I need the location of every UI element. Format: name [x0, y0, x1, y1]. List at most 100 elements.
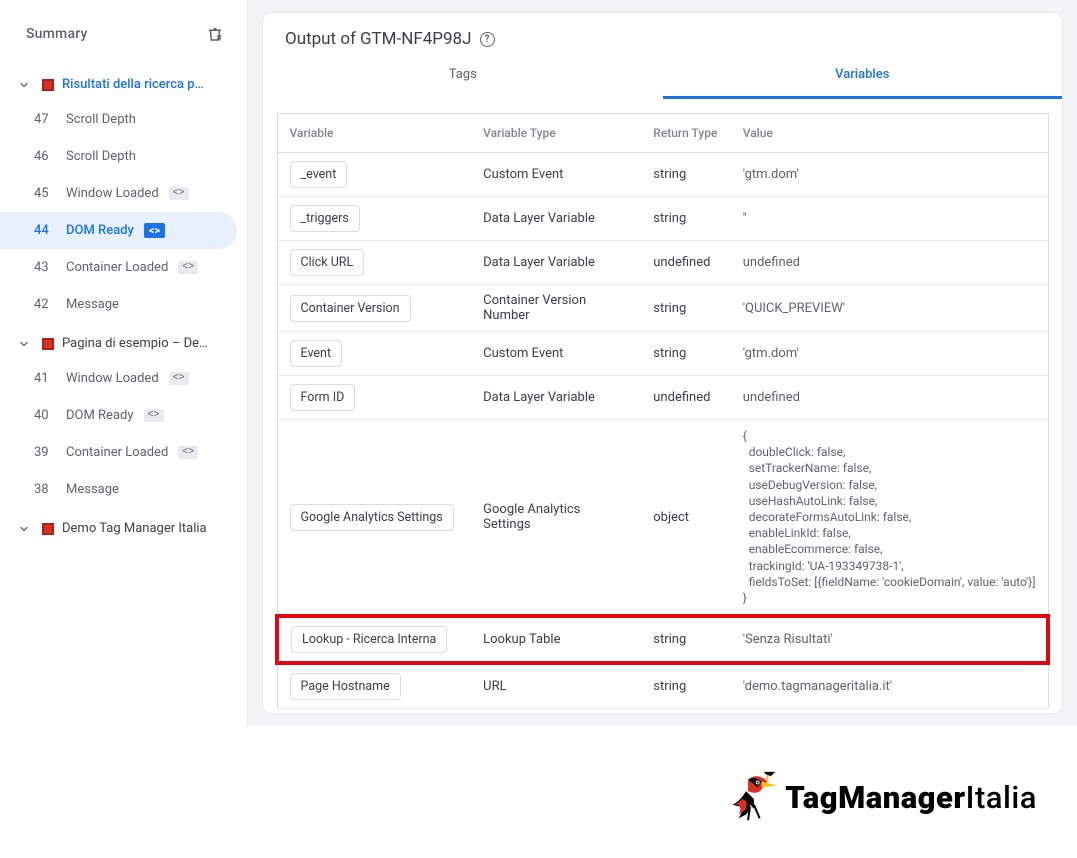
chevron-down-icon	[14, 523, 34, 535]
event-number: 47	[34, 112, 56, 127]
api-badge-icon: <>	[144, 223, 165, 238]
page-icon	[42, 79, 54, 91]
table-row[interactable]: EventCustom Eventstring'gtm.dom'	[277, 332, 1048, 376]
table-row[interactable]: Lookup - Ricerca InternaLookup Tablestri…	[277, 616, 1048, 663]
event-name: Message	[66, 482, 119, 497]
variables-table-wrap: Variable Variable Type Return Type Value…	[263, 99, 1062, 713]
variable-type: Custom Event	[471, 332, 641, 376]
sidebar-group[interactable]: Pagina di esempio – De…	[0, 327, 247, 360]
tabs: Tags Variables	[263, 53, 1062, 99]
brand-text: TagManagerItalia	[785, 779, 1037, 816]
table-row[interactable]: _triggersData Layer Variablestring''	[277, 197, 1048, 241]
sidebar-event-item[interactable]: 43 Container Loaded <>	[0, 249, 237, 286]
table-row[interactable]: _eventCustom Eventstring'gtm.dom'	[277, 153, 1048, 197]
chevron-down-icon	[14, 338, 34, 350]
chevron-down-icon	[14, 79, 34, 91]
variable-type: Container Version Number	[471, 285, 641, 332]
variable-return-type: string	[641, 332, 730, 376]
variable-type: URL	[471, 663, 641, 709]
sidebar-group[interactable]: Demo Tag Manager Italia	[0, 512, 247, 545]
group-label: Risultati della ricerca p…	[62, 77, 204, 92]
event-name: DOM Ready	[66, 223, 134, 238]
sidebar-event-item[interactable]: 38 Message	[0, 471, 237, 508]
sidebar-event-item[interactable]: 47 Scroll Depth	[0, 101, 237, 138]
variable-value: undefined	[743, 390, 800, 405]
tab-variables[interactable]: Variables	[663, 53, 1063, 99]
sidebar-event-item[interactable]: 42 Message	[0, 286, 237, 323]
col-value: Value	[731, 114, 1048, 153]
output-card: Output of GTM-NF4P98J ? Tags Variables V…	[262, 12, 1063, 714]
event-name: Scroll Depth	[66, 149, 136, 164]
woodpecker-logo-icon	[719, 766, 781, 828]
event-number: 39	[34, 445, 56, 460]
variable-value: 'demo.tagmanageritalia.it'	[743, 679, 892, 694]
variable-name-chip[interactable]: Google Analytics Settings	[290, 504, 454, 531]
api-badge-icon: <>	[169, 372, 189, 385]
page-icon	[42, 338, 54, 350]
variable-value: undefined	[743, 255, 800, 270]
col-return-type: Return Type	[641, 114, 730, 153]
variable-type: Data Layer Variable	[471, 241, 641, 285]
sidebar-group[interactable]: Risultati della ricerca p…	[0, 68, 247, 101]
event-name: Window Loaded	[66, 186, 159, 201]
event-number: 43	[34, 260, 56, 275]
title-prefix: Output of	[285, 29, 356, 49]
variable-name-chip[interactable]: _event	[290, 161, 348, 188]
variable-value: 'QUICK_PREVIEW'	[743, 301, 845, 316]
event-name: DOM Ready	[66, 408, 134, 423]
help-icon[interactable]: ?	[480, 32, 495, 47]
table-row[interactable]: Google Analytics Settings Google Analytic…	[277, 420, 1048, 617]
api-badge-icon: <>	[178, 446, 198, 459]
brand-footer: TagManagerItalia	[0, 726, 1077, 858]
sidebar-event-item[interactable]: 40DOM Ready <>	[0, 397, 237, 434]
col-type: Variable Type	[471, 114, 641, 153]
variable-value: 'Senza Risultati'	[743, 632, 833, 647]
variable-return-type: string	[641, 197, 730, 241]
sidebar-event-item[interactable]: 46 Scroll Depth	[0, 138, 237, 175]
event-number: 40	[34, 408, 56, 423]
variable-name-chip[interactable]: Click URL	[290, 249, 365, 276]
sidebar-event-item[interactable]: 39 Container Loaded <>	[0, 434, 237, 471]
event-number: 45	[34, 186, 56, 201]
variable-name-chip[interactable]: Container Version	[290, 295, 411, 322]
col-variable: Variable	[277, 114, 471, 153]
brand-t2: Italia	[966, 779, 1037, 816]
variable-name-chip[interactable]: Page Hostname	[290, 673, 401, 700]
event-name: Message	[66, 297, 119, 312]
event-name: Scroll Depth	[66, 112, 136, 127]
event-name: Window Loaded	[66, 371, 159, 386]
sidebar-event-item[interactable]: 44 DOM Ready <>	[0, 212, 237, 249]
app-frame: Summary Risultati della ricerca p…47Scro…	[0, 0, 1077, 726]
variable-name-chip[interactable]: Event	[290, 340, 343, 367]
api-badge-icon: <>	[178, 261, 198, 274]
variable-name-chip[interactable]: Lookup - Ricerca Interna	[291, 626, 447, 653]
table-row[interactable]: Page HostnameURLstring'demo.tagmanagerit…	[277, 663, 1048, 709]
variable-value: 'gtm.dom'	[743, 167, 799, 182]
page-icon	[42, 523, 54, 535]
container-id: GTM-NF4P98J	[360, 29, 472, 49]
variable-type: Lookup Table	[471, 616, 641, 663]
event-number: 46	[34, 149, 56, 164]
event-number: 44	[34, 223, 56, 238]
event-name: Container Loaded	[66, 445, 168, 460]
variable-name-chip[interactable]: Form ID	[290, 384, 356, 411]
variable-type: Google Analytics Settings	[471, 420, 641, 617]
tab-tags[interactable]: Tags	[263, 53, 663, 99]
sidebar-event-item[interactable]: 45Window Loaded <>	[0, 175, 237, 212]
variable-return-type: undefined	[641, 241, 730, 285]
event-number: 42	[34, 297, 56, 312]
brand-t1: TagManager	[785, 779, 965, 816]
sidebar-event-item[interactable]: 41Window Loaded <>	[0, 360, 237, 397]
table-row[interactable]: Click URLData Layer Variableundefinedund…	[277, 241, 1048, 285]
brand: TagManagerItalia	[719, 766, 1037, 828]
variable-return-type: object	[641, 420, 730, 617]
variable-type: Data Layer Variable	[471, 197, 641, 241]
clear-events-button[interactable]	[201, 20, 229, 48]
event-name: Container Loaded	[66, 260, 168, 275]
variable-return-type: string	[641, 153, 730, 197]
variable-name-chip[interactable]: _triggers	[290, 205, 360, 232]
table-row[interactable]: Form IDData Layer Variableundefinedundef…	[277, 376, 1048, 420]
variables-table: Variable Variable Type Return Type Value…	[275, 113, 1050, 709]
event-number: 38	[34, 482, 56, 497]
table-row[interactable]: Container Version Container Version Numbe…	[277, 285, 1048, 332]
